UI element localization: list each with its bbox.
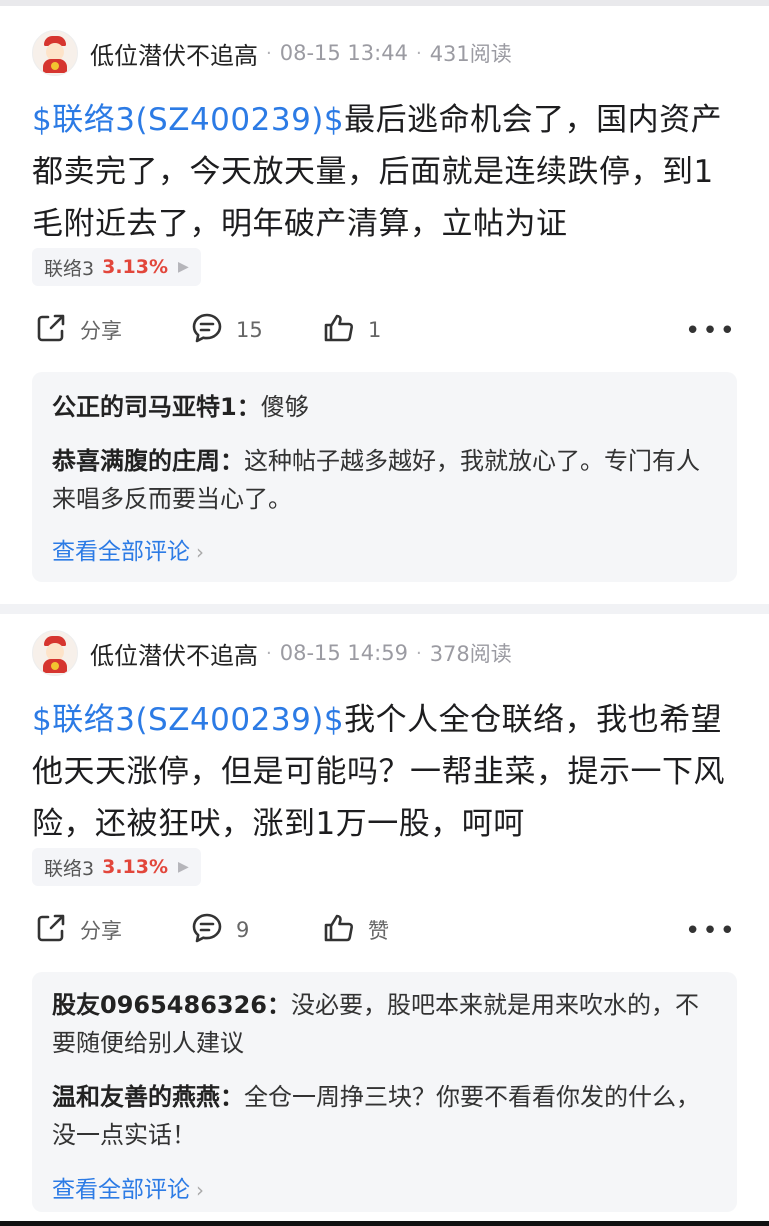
like-button[interactable]: 赞 [322, 910, 389, 950]
stock-tag[interactable]: 联络3 3.13% ▶ [32, 248, 201, 286]
more-icon[interactable]: ••• [685, 316, 737, 346]
chevron-right-icon: › [196, 1178, 204, 1202]
share-icon [34, 911, 68, 949]
comment-button[interactable]: 15 [190, 310, 263, 350]
avatar[interactable] [32, 30, 78, 76]
triangle-right-icon: ▶ [178, 859, 189, 875]
post-time: 08-15 14:59 [279, 641, 408, 665]
post-author-row: 低位潜伏不追高 · 08-15 13:44 · 431阅读 [32, 30, 512, 76]
action-bar: 分享 15 1 ••• [32, 310, 737, 350]
separator-dot: · [415, 642, 422, 664]
post-content[interactable]: $联络3(SZ400239)$我个人全仓联络，我也希望他天天涨停，但是可能吗？一… [32, 694, 732, 850]
comment-preview[interactable]: 股友0965486326：没必要，股吧本来就是用来吹水的，不要随便给别人建议 温… [32, 972, 737, 1212]
comment-text: 傻够 [260, 393, 309, 421]
comment-count: 9 [236, 918, 250, 942]
read-count: 431阅读 [429, 42, 512, 66]
comment-user[interactable]: 恭喜满腹的庄周： [52, 447, 244, 475]
comment-user[interactable]: 股友0965486326： [52, 991, 291, 1019]
post-card[interactable]: 低位潜伏不追高 · 08-15 13:44 · 431阅读 $联络3(SZ400… [0, 14, 769, 604]
stock-tag-name: 联络3 [44, 257, 95, 280]
post-content[interactable]: $联络3(SZ400239)$最后逃命机会了，国内资产都卖完了，今天放天量，后面… [32, 94, 732, 250]
stock-link[interactable]: $联络3(SZ400239)$ [32, 102, 344, 138]
comment-preview[interactable]: 公正的司马亚特1：傻够 恭喜满腹的庄周：这种帖子越多越好，我就放心了。专门有人来… [32, 372, 737, 582]
share-label: 分享 [80, 919, 122, 943]
post-card[interactable]: 低位潜伏不追高 · 08-15 14:59 · 378阅读 $联络3(SZ400… [0, 614, 769, 1221]
stock-tag-change: 3.13% [102, 256, 169, 278]
stock-tag-name: 联络3 [44, 857, 95, 880]
comment-icon [190, 311, 224, 349]
share-label: 分享 [80, 319, 122, 343]
separator-dot: · [266, 642, 272, 664]
avatar[interactable] [32, 630, 78, 676]
comment-item[interactable]: 公正的司马亚特1：傻够 [52, 388, 717, 426]
share-button[interactable]: 分享 [34, 910, 122, 950]
view-all-label: 查看全部评论 [52, 539, 190, 565]
share-button[interactable]: 分享 [34, 310, 122, 350]
view-all-comments-link[interactable]: 查看全部评论 › [52, 1170, 204, 1204]
action-bar: 分享 9 赞 ••• [32, 910, 737, 950]
stock-tag[interactable]: 联络3 3.13% ▶ [32, 848, 201, 886]
comment-item[interactable]: 股友0965486326：没必要，股吧本来就是用来吹水的，不要随便给别人建议 [52, 986, 717, 1062]
view-all-comments-link[interactable]: 查看全部评论 › [52, 532, 204, 566]
comment-item[interactable]: 温和友善的燕燕：全仓一周挣三块？你要不看看你发的什么，没一点实话！ [52, 1078, 717, 1154]
author-name[interactable]: 低位潜伏不追高 [90, 636, 258, 671]
post-time: 08-15 13:44 [279, 41, 408, 65]
post-separator [0, 604, 769, 614]
post-author-row: 低位潜伏不追高 · 08-15 14:59 · 378阅读 [32, 630, 512, 676]
comment-user[interactable]: 温和友善的燕燕： [52, 1083, 244, 1111]
like-label: 赞 [368, 919, 389, 943]
comment-count: 15 [236, 318, 263, 342]
like-button[interactable]: 1 [322, 310, 381, 350]
triangle-right-icon: ▶ [178, 259, 189, 275]
share-icon [34, 311, 68, 349]
separator-dot: · [266, 42, 272, 64]
separator-dot: · [415, 42, 422, 64]
thumbs-up-icon [322, 911, 356, 949]
top-divider [0, 0, 769, 6]
comment-icon [190, 911, 224, 949]
comment-user[interactable]: 公正的司马亚特1： [52, 393, 261, 421]
stock-tag-change: 3.13% [102, 856, 169, 878]
thumbs-up-icon [322, 311, 356, 349]
like-count: 1 [368, 318, 382, 342]
more-icon[interactable]: ••• [685, 916, 737, 946]
author-name[interactable]: 低位潜伏不追高 [90, 36, 258, 71]
read-count: 378阅读 [429, 642, 512, 666]
bottom-edge [0, 1221, 769, 1226]
stock-link[interactable]: $联络3(SZ400239)$ [32, 702, 344, 738]
comment-button[interactable]: 9 [190, 910, 249, 950]
comment-item[interactable]: 恭喜满腹的庄周：这种帖子越多越好，我就放心了。专门有人来唱多反而要当心了。 [52, 442, 717, 518]
view-all-label: 查看全部评论 [52, 1177, 190, 1203]
chevron-right-icon: › [196, 540, 204, 564]
